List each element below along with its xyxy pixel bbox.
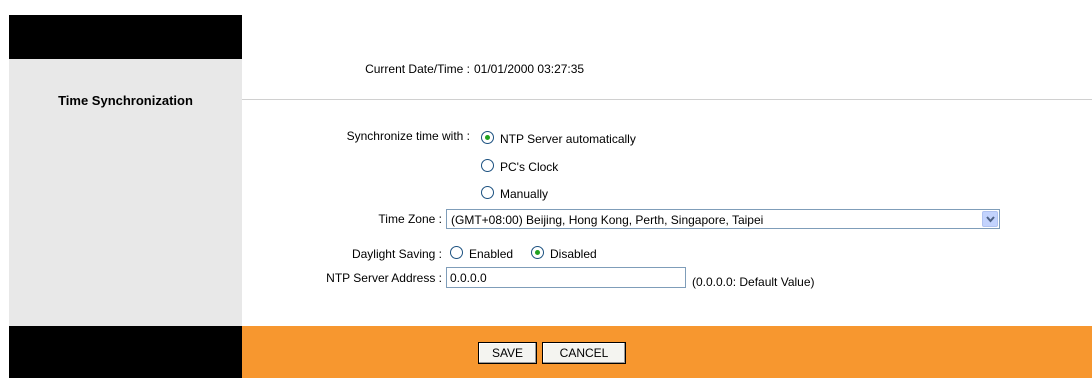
section-title: Time Synchronization [58,93,193,108]
daylight-enabled-label[interactable]: Enabled [469,247,513,261]
save-button[interactable]: SAVE [478,342,537,364]
footer-bar [242,326,1092,378]
sync-pc-clock-radio[interactable] [481,159,494,172]
sync-ntp-radio[interactable] [481,131,494,144]
ntp-server-hint: (0.0.0.0: Default Value) [692,275,815,289]
time-zone-select[interactable]: (GMT+08:00) Beijing, Hong Kong, Perth, S… [446,209,1000,229]
sync-pc-clock-label[interactable]: PC's Clock [500,160,558,174]
time-zone-value: (GMT+08:00) Beijing, Hong Kong, Perth, S… [451,213,764,227]
sync-label: Synchronize time with : [346,129,470,143]
sidebar-top-bar [9,15,242,59]
daylight-disabled-label[interactable]: Disabled [550,247,597,261]
chevron-down-icon[interactable] [982,211,998,227]
sidebar-footer-bar [9,326,242,378]
daylight-disabled-radio[interactable] [531,246,544,259]
sync-manually-label[interactable]: Manually [500,187,548,201]
ntp-server-input[interactable] [446,267,686,288]
sync-ntp-label[interactable]: NTP Server automatically [500,132,636,146]
daylight-enabled-radio[interactable] [450,246,463,259]
sync-manually-radio[interactable] [481,186,494,199]
ntp-server-label: NTP Server Address : [326,271,442,285]
divider [242,99,1092,100]
time-zone-label: Time Zone : [378,212,442,226]
cancel-button[interactable]: CANCEL [542,342,626,364]
current-datetime-label: Current Date/Time : [365,62,470,76]
daylight-saving-label: Daylight Saving : [351,247,442,261]
current-datetime-value: 01/01/2000 03:27:35 [474,62,585,76]
